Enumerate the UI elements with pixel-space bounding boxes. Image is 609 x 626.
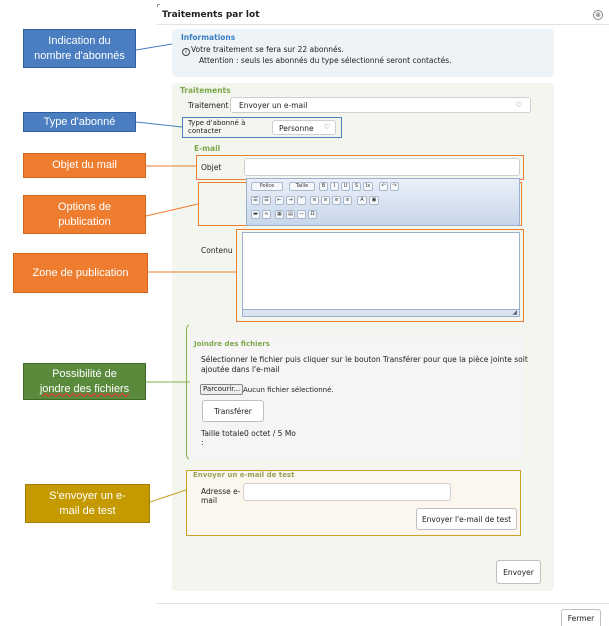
annotation-test-line2: mail de test: [59, 504, 116, 517]
annotation-options-line1: Options de: [57, 201, 112, 214]
annotation-zone: Zone de publication: [13, 253, 148, 293]
annotation-options-line2: publication: [58, 215, 111, 228]
annotation-nb-abonnes-line2: nombre d'abonnés: [34, 49, 125, 62]
connector-options: [145, 203, 199, 217]
annotation-connectors: [135, 43, 236, 503]
connector-nb-abonnes: [135, 43, 173, 51]
annotation-objet: Objet du mail: [23, 153, 146, 178]
annotation-test: S'envoyer un e-mail de test: [25, 484, 150, 523]
annotation-options: Options de publication: [23, 195, 146, 234]
annotation-fichiers-line2: jondre des fichiers: [39, 382, 130, 395]
annotation-fichiers: Possibilité de jondre des fichiers: [23, 363, 146, 400]
connector-type-abonne: [135, 121, 183, 128]
annotation-type-abonne: Type d'abonné: [23, 112, 136, 132]
annotation-nb-abonnes-line1: Indication du: [48, 35, 111, 48]
annotation-fichiers-line1: Possibilité de: [52, 368, 117, 381]
annotation-nb-abonnes: Indication du nombre d'abonnés: [23, 29, 136, 68]
connector-test: [149, 489, 187, 503]
annotation-test-line1: S'envoyer un e-: [49, 490, 126, 503]
